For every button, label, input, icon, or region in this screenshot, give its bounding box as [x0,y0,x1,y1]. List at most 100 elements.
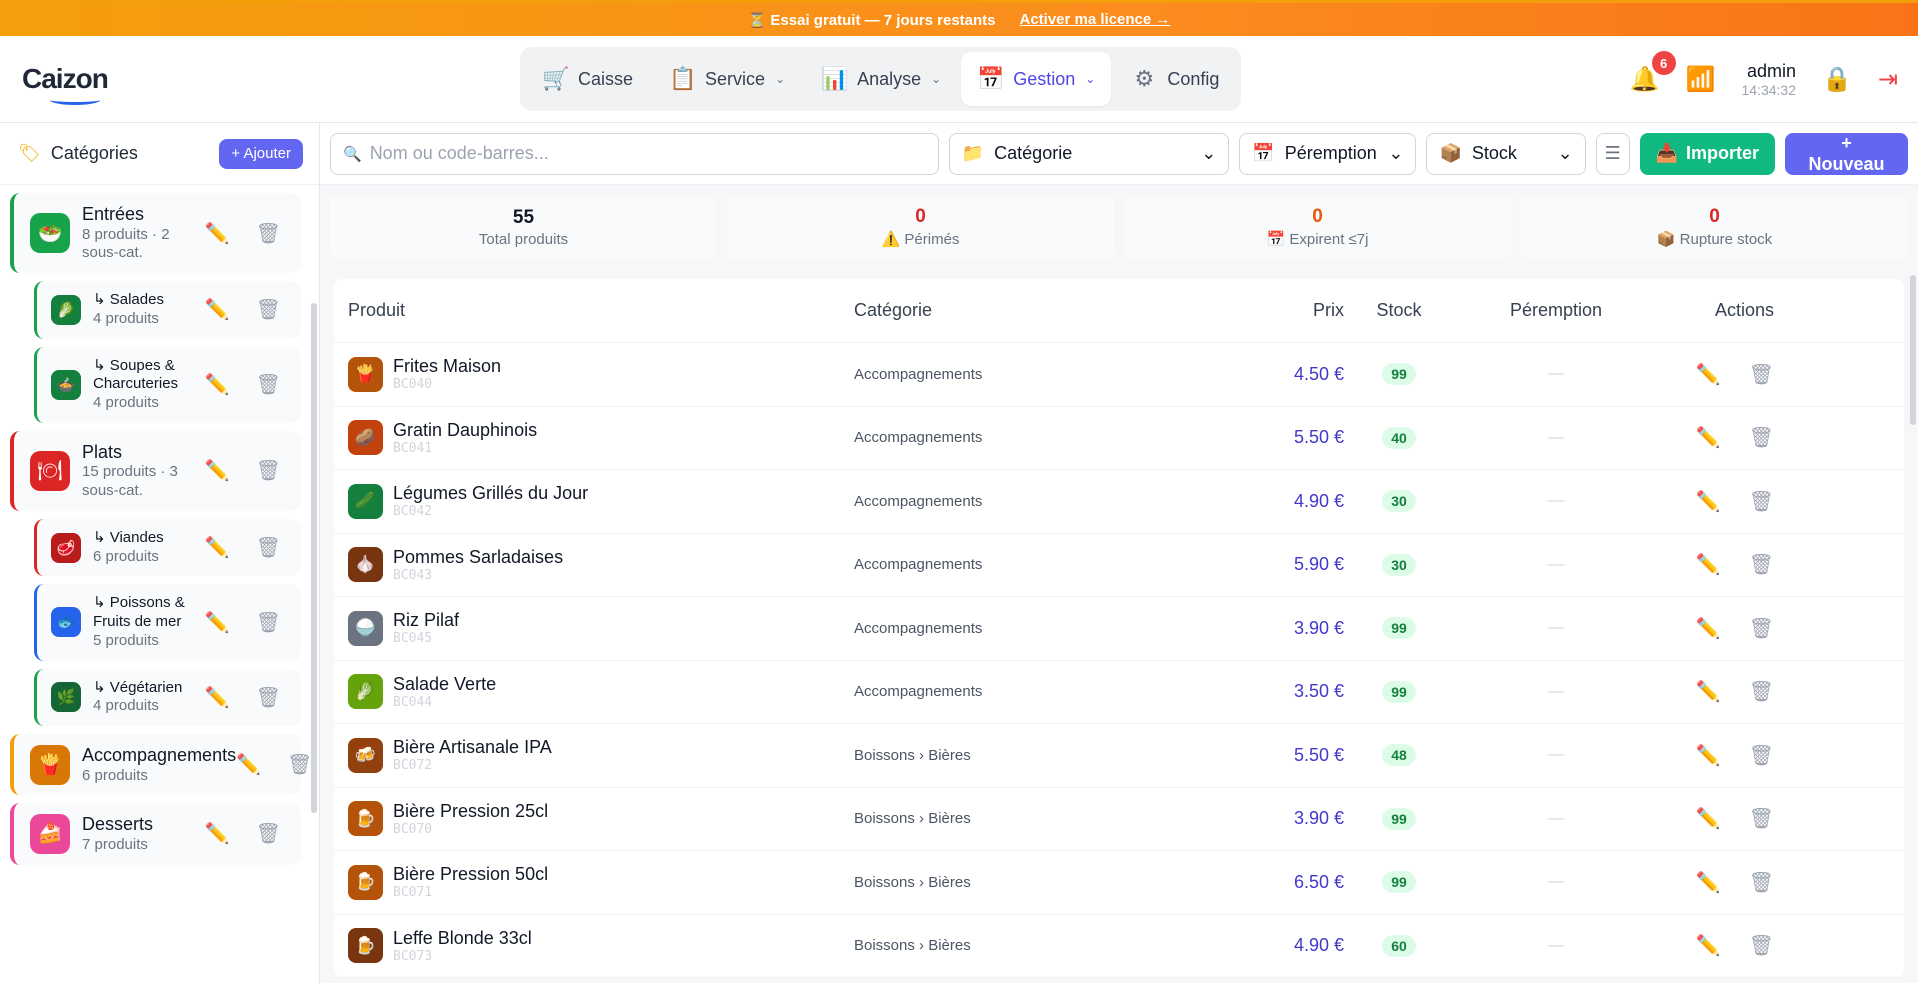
trial-banner: ⏳ Essai gratuit — 7 jours restants Activ… [0,0,1918,36]
product-expiry: — [1548,365,1564,383]
edit-icon[interactable]: ✏️ [205,221,230,246]
table-row[interactable]: 🥬 Salade Verte BC044 Accompagnements 3.5… [334,661,1904,724]
subcategory-item[interactable]: 🐟 ↳ Poissons & Fruits de mer 5 produits ✏… [34,584,301,661]
category-select[interactable]: 📁 Catégorie ⌄ [948,132,1230,175]
product-price: 3.90 € [1293,808,1344,829]
lock-icon[interactable]: 🔒 [1822,65,1852,94]
table-row[interactable]: 🍺 Leffe Blonde 33cl BC073 Boissons › Biè… [334,915,1904,978]
nav-config[interactable]: ⚙ Config [1115,52,1235,106]
edit-icon[interactable]: ✏️ [1696,933,1721,958]
edit-icon[interactable]: ✏️ [1696,489,1721,514]
expiry-select[interactable]: 📅 Péremption ⌄ [1239,132,1417,175]
edit-icon[interactable]: ✏️ [1696,679,1721,704]
trash-icon[interactable]: 🗑 [1749,552,1774,577]
sidebar-header: 🏷 Catégories + Ajouter [0,123,319,185]
edit-icon[interactable]: ✏️ [1696,870,1721,895]
table-row[interactable]: 🥔 Gratin Dauphinois BC041 Accompagnement… [334,407,1904,470]
plate-icon: 🍽 [30,450,70,491]
category-item[interactable]: 🥗 Entrées 8 produits · 2 sous-cat. ✏️ 🗑 [10,193,301,273]
subcategory-item[interactable]: 🥩 ↳ Viandes 6 produits ✏️ 🗑 [34,518,301,577]
tag-icon: 🏷 [18,143,41,163]
edit-icon[interactable]: ✏️ [1696,806,1721,831]
content-scrollbar[interactable] [1910,275,1916,425]
table-body: 🍟 Frites Maison BC040 Accompagnements 4.… [334,343,1904,978]
trash-icon[interactable]: 🗑 [1749,425,1774,450]
trash-icon[interactable]: 🗑 [1749,679,1774,704]
new-product-button[interactable]: + Nouveau [1784,132,1908,175]
edit-icon[interactable]: ✏️ [236,752,261,777]
edit-icon[interactable]: ✏️ [205,297,230,322]
edit-icon[interactable]: ✏️ [1696,552,1721,577]
product-barcode: BC071 [393,885,433,901]
cart-icon: 🛒 [542,66,570,91]
trash-icon[interactable]: 🗑 [1749,362,1774,387]
table-row[interactable]: 🥒 Légumes Grillés du Jour BC042 Accompag… [334,470,1904,534]
stock-badge: 40 [1382,426,1416,449]
trash-icon[interactable]: 🗑 [287,752,312,777]
trash-icon[interactable]: 🗑 [1749,933,1774,958]
trash-icon[interactable]: 🗑 [256,458,281,483]
category-item[interactable]: 🍽 Plats 15 produits · 3 sous-cat. ✏️ 🗑 [10,430,301,511]
table-row[interactable]: 🍺 Bière Pression 25cl BC070 Boissons › B… [334,788,1904,851]
stock-select[interactable]: 📦 Stock ⌄ [1426,132,1586,175]
table-row[interactable]: 🍚 Riz Pilaf BC045 Accompagnements 3.90 €… [334,597,1904,661]
import-icon: 📥 [1655,143,1678,163]
trash-icon[interactable]: 🗑 [1749,870,1774,895]
activate-license-link[interactable]: Activer ma licence → [1020,11,1171,28]
edit-icon[interactable]: ✏️ [205,610,230,635]
trash-icon[interactable]: 🗑 [256,535,281,560]
subcategory-item[interactable]: 🥬 ↳ Salades 4 produits ✏️ 🗑 [34,281,301,339]
category-item[interactable]: 🍟 Accompagnements 6 produits ✏️ 🗑 [10,734,312,796]
table-row[interactable]: 🍺 Bière Pression 50cl BC071 Boissons › B… [334,851,1904,915]
category-item[interactable]: 🍰 Desserts 7 produits ✏️ 🗑 [10,803,301,865]
product-barcode: BC041 [393,440,433,456]
import-button[interactable]: 📥 Importer [1639,132,1775,175]
add-category-button[interactable]: + Ajouter [219,138,303,169]
nav-analyse[interactable]: 📊 Analyse ⌄ [805,52,957,106]
stats-icon[interactable]: 📶 [1686,65,1716,94]
subcategory-item[interactable]: 🌿 ↳ Végétarien 4 produits ✏️ 🗑 [34,668,301,726]
trash-icon[interactable]: 🗑 [1749,806,1774,831]
trash-icon[interactable]: 🗑 [256,610,281,635]
edit-icon[interactable]: ✏️ [1696,616,1721,641]
table-row[interactable]: 🍟 Frites Maison BC040 Accompagnements 4.… [334,343,1904,407]
product-barcode: BC070 [393,821,433,837]
edit-icon[interactable]: ✏️ [205,458,230,483]
trash-icon[interactable]: 🗑 [256,821,281,846]
table-row[interactable]: 🍻 Bière Artisanale IPA BC072 Boissons › … [334,724,1904,788]
sidebar-scrollbar[interactable] [311,303,317,813]
product-image-icon: 🥬 [348,674,383,710]
product-name: Leffe Blonde 33cl [393,927,532,948]
trash-icon[interactable]: 🗑 [256,297,281,322]
trash-icon[interactable]: 🗑 [256,221,281,246]
edit-icon[interactable]: ✏️ [1696,425,1721,450]
nav-caisse[interactable]: 🛒 Caisse [526,52,649,106]
edit-icon[interactable]: ✏️ [205,372,230,397]
table-row[interactable]: 🧄 Pommes Sarladaises BC043 Accompagnemen… [334,534,1904,597]
trash-icon[interactable]: 🗑 [1749,489,1774,514]
product-price: 3.90 € [1293,617,1344,638]
trash-icon[interactable]: 🗑 [256,372,281,397]
product-name: Bière Artisanale IPA [393,737,552,758]
edit-icon[interactable]: ✏️ [205,821,230,846]
stats-row: 55 Total produits 0 ⚠️ Périmés 0 📅 Expir… [320,185,1918,269]
search-input[interactable]: 🔍 Nom ou code-barres... [330,132,939,175]
edit-icon[interactable]: ✏️ [205,685,230,710]
trash-icon[interactable]: 🗑 [256,685,281,710]
bell-icon[interactable]: 🔔 6 [1630,51,1676,94]
edit-icon[interactable]: ✏️ [1696,743,1721,768]
subcategory-item[interactable]: 🍲 ↳ Soupes & Charcuteries 4 produits ✏️ 🗑 [34,346,301,423]
nav-gestion[interactable]: 📅 Gestion ⌄ [961,52,1112,106]
edit-icon[interactable]: ✏️ [205,535,230,560]
trash-icon[interactable]: 🗑 [1749,743,1774,768]
product-name: Salade Verte [393,673,497,694]
edit-icon[interactable]: ✏️ [1696,362,1721,387]
header-actions: 🔔 6 📶 admin 14:34:32 🔒 ⇥ [1630,36,1898,123]
nav-service[interactable]: 📋 Service ⌄ [653,52,801,106]
menu-icon[interactable]: ☰ [1595,132,1630,175]
stock-badge: 30 [1382,490,1416,513]
product-image-icon: 🍟 [348,356,383,392]
logout-icon[interactable]: ⇥ [1878,65,1898,94]
product-image-icon: 🍻 [348,737,383,773]
trash-icon[interactable]: 🗑 [1749,616,1774,641]
